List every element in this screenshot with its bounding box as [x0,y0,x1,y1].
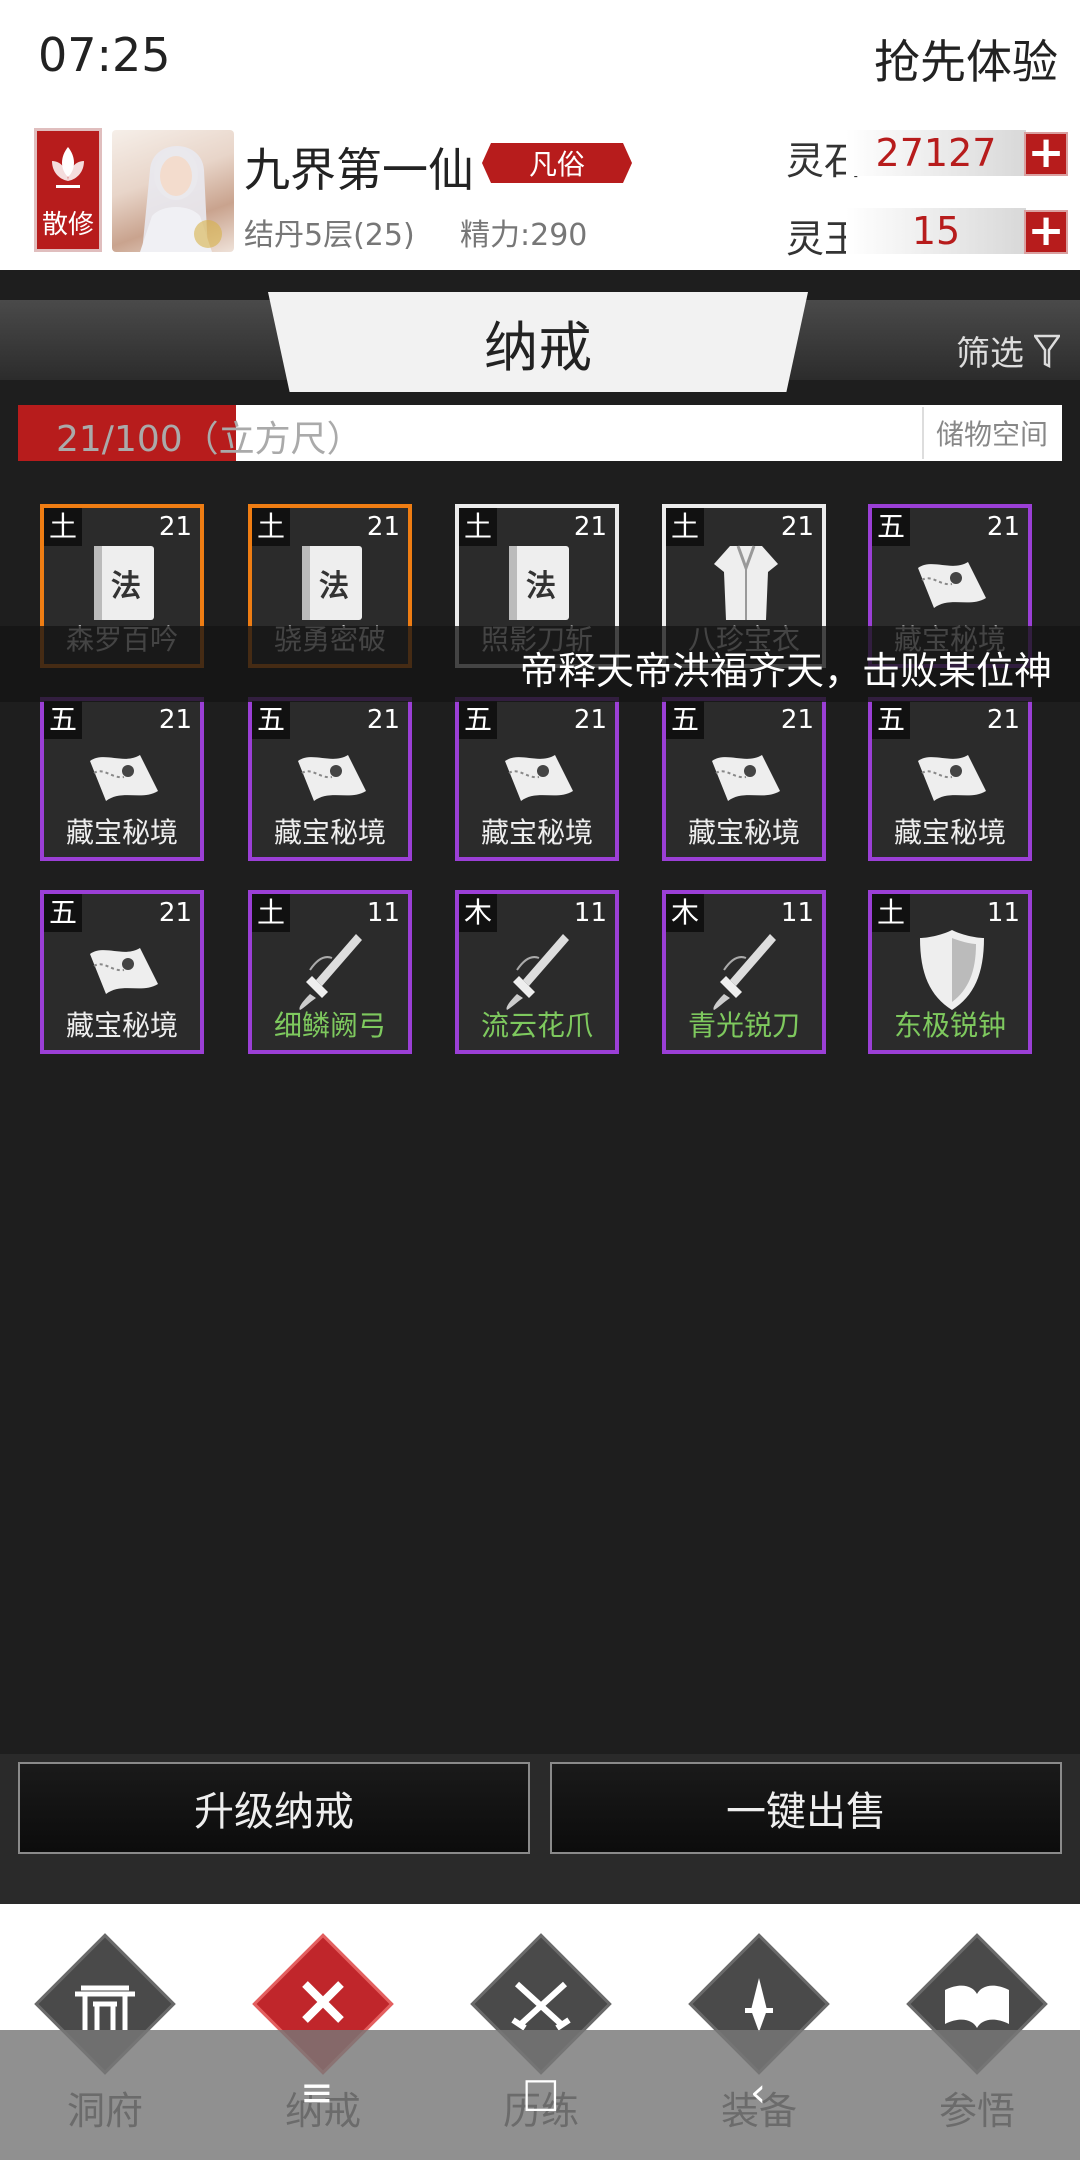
avatar-portrait [140,146,222,252]
item-name: 细鳞阙弓 [273,1009,386,1042]
weapon-icon [299,934,362,1010]
inventory-slot[interactable]: 五21藏宝秘境 [455,697,619,861]
add-spirit-jade-button[interactable]: + [1024,209,1068,254]
spirit-jade-value: 15 [846,208,1026,254]
element-tag: 木 [666,894,704,932]
map-scroll-icon [90,948,158,994]
lotus-icon [52,147,84,188]
manual-icon: 法 [94,546,154,620]
map-scroll-icon [918,755,986,801]
element-tag: 五 [44,701,82,739]
weapon-icon [506,934,569,1010]
element-tag: 五 [872,701,910,739]
early-access-label[interactable]: 抢先体验 [874,26,1058,92]
inventory-slot[interactable]: 五21藏宝秘境 [248,697,412,861]
funnel-icon [1034,334,1060,368]
item-name: 藏宝秘境 [65,816,178,849]
sell-all-button[interactable]: 一键出售 [550,1762,1062,1854]
close-icon [302,1981,344,2023]
dagger-icon [745,1978,773,2032]
map-scroll-icon [918,562,986,608]
svg-text:法: 法 [526,569,556,604]
clock: 07:25 [38,28,171,82]
item-name: 东极锐钟 [893,1009,1006,1042]
element-tag: 土 [252,894,290,932]
shield-icon [920,930,984,1010]
panel-title-card: 纳戒 [268,292,808,392]
manual-icon: 法 [509,546,569,620]
map-scroll-icon [298,755,366,801]
svg-text:法: 法 [111,569,141,604]
inventory-slot[interactable]: 五21藏宝秘境 [40,890,204,1054]
item-name: 藏宝秘境 [273,816,386,849]
spirit-stone-value: 27127 [846,130,1026,176]
capacity-text: 21/100（立方尺） [56,419,363,460]
upgrade-ring-button[interactable]: 升级纳戒 [18,1762,530,1854]
player-name: 九界第一仙 [244,143,474,197]
element-tag: 土 [459,508,497,546]
gate-icon [75,1985,135,2030]
inventory-slot[interactable]: 五21藏宝秘境 [40,697,204,861]
robe-icon [714,545,778,620]
element-tag: 土 [872,894,910,932]
filter-button[interactable]: 筛选 [956,326,1060,375]
element-tag: 木 [459,894,497,932]
item-name: 藏宝秘境 [893,816,1006,849]
map-scroll-icon [90,755,158,801]
element-tag: 土 [252,508,290,546]
add-spirit-stone-button[interactable]: + [1024,131,1068,176]
rank-tag: 凡俗 [482,143,632,183]
menu-icon[interactable]: ≡ [300,2070,334,2116]
energy-value: 精力:290 [460,218,588,253]
inventory-slot[interactable]: 五21藏宝秘境 [868,697,1032,861]
manual-icon: 法 [302,546,362,620]
element-tag: 五 [252,701,290,739]
sect-label: 散修 [41,210,94,240]
item-name: 青光锐刀 [687,1009,800,1042]
svg-text:法: 法 [319,569,349,604]
back-icon[interactable]: ‹ [750,2070,766,2116]
inventory-slot[interactable]: 五21藏宝秘境 [662,697,826,861]
inventory-slot[interactable]: 木 11 青光锐刀 [662,890,826,1054]
inventory-slot[interactable]: 土 11 细鳞阙弓 [248,890,412,1054]
panel-title: 纳戒 [484,315,592,379]
element-tag: 五 [666,701,704,739]
book-icon [945,1985,1009,2028]
element-tag: 五 [459,701,497,739]
crossed-swords-icon [511,1981,571,2031]
cultivation-level: 结丹5层(25) [244,218,415,253]
element-tag: 土 [44,508,82,546]
map-scroll-icon [712,755,780,801]
item-name: 藏宝秘境 [65,1009,178,1042]
announcement-text: 帝释天帝洪福齐天，击败某位神 [520,649,1053,693]
home-icon[interactable]: □ [522,2070,560,2116]
element-tag: 土 [666,508,704,546]
storage-space-button[interactable]: 储物空间 [922,407,1060,459]
filter-label: 筛选 [956,334,1024,374]
sect-badge[interactable]: 散修 [34,128,102,252]
weapon-icon [713,934,776,1010]
avatar[interactable] [112,130,234,252]
map-scroll-icon [505,755,573,801]
inventory-slot[interactable]: 土 11 东极锐钟 [868,890,1032,1054]
item-name: 流云花爪 [480,1009,593,1042]
item-name: 藏宝秘境 [687,816,800,849]
element-tag: 五 [872,508,910,546]
element-tag: 五 [44,894,82,932]
item-name: 藏宝秘境 [480,816,593,849]
inventory-slot[interactable]: 木 11 流云花爪 [455,890,619,1054]
